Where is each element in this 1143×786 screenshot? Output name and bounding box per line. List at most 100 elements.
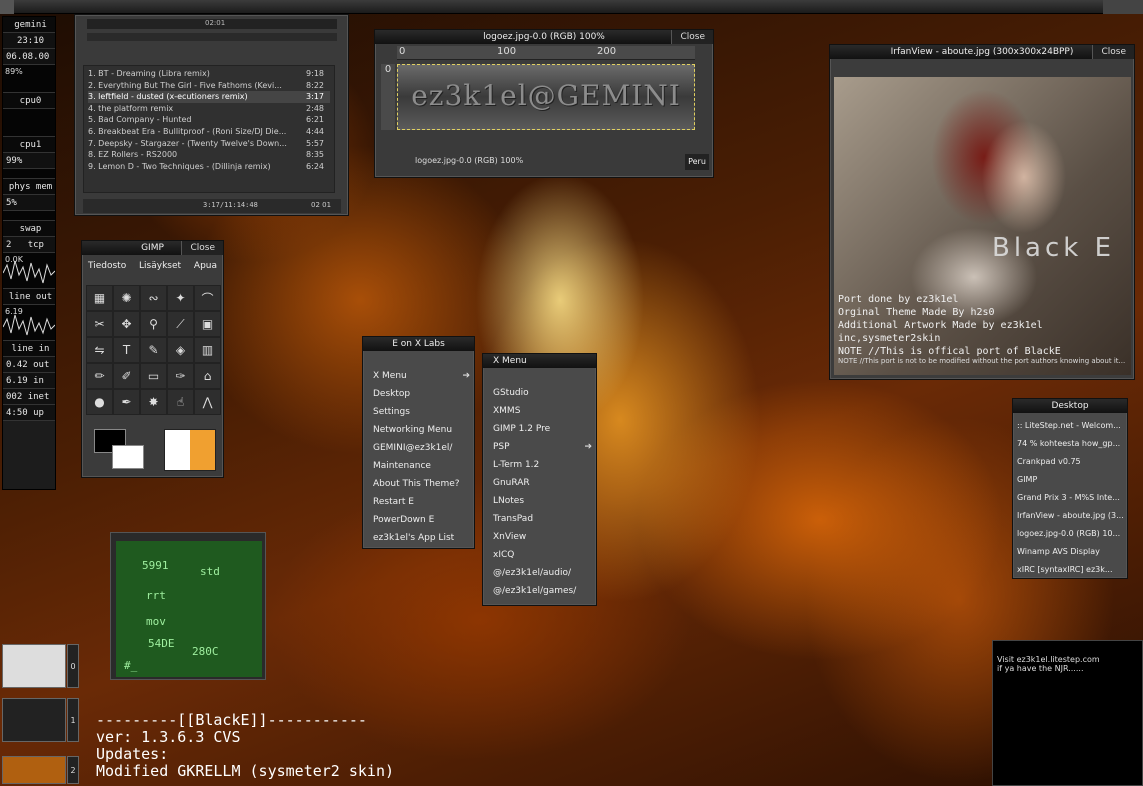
close-button[interactable]: Close (181, 241, 223, 255)
move-icon[interactable]: ✥ (113, 311, 140, 337)
menu-help[interactable]: Apua (194, 255, 217, 277)
menu-item-x-menu[interactable]: X Menu ➔ (363, 367, 474, 385)
color-swatches[interactable] (88, 427, 148, 473)
image-canvas[interactable]: ez3k1el@GEMINI (397, 64, 695, 130)
task-item[interactable]: Winamp AVS Display (1013, 543, 1127, 561)
menu-item[interactable]: PowerDown E (363, 511, 474, 529)
toolbox-titlebar[interactable]: GIMP Close (82, 241, 223, 255)
lasso-icon[interactable]: ∾ (140, 285, 167, 311)
measure-icon[interactable]: ⋀ (194, 389, 221, 415)
panel-left-button[interactable] (0, 0, 14, 14)
close-button[interactable]: Close (671, 30, 713, 44)
xmms-window[interactable]: 02:01 1. BT - Dreaming (Libra remix) 9:18… (74, 14, 349, 216)
menu-item[interactable]: LNotes (483, 492, 596, 510)
menu-item[interactable]: xICQ (483, 546, 596, 564)
menu-item[interactable]: @/ez3k1el/audio/ (483, 564, 596, 582)
gradient-icon[interactable]: ▥ (194, 337, 221, 363)
playlist-item[interactable]: 2. Everything But The Girl - Five Fathom… (88, 80, 330, 92)
xmms-playlist[interactable]: 1. BT - Dreaming (Libra remix) 9:18 2. Ev… (83, 65, 335, 193)
menu-item[interactable]: XnView (483, 528, 596, 546)
terminal-dockapp[interactable]: 5991 std rrt mov 54DE 280C #_ (110, 532, 266, 680)
phys-mem-value: 5% (3, 195, 55, 211)
playlist-item[interactable]: 5. Bad Company - Hunted 6:21 (88, 114, 330, 126)
playlist-item[interactable]: 4. the platform remix 2:48 (88, 103, 330, 115)
background-color[interactable] (112, 445, 144, 469)
task-item[interactable]: xIRC [syntaxIRC] ez3k... (1013, 561, 1127, 579)
irc-window[interactable]: Visit ez3k1el.litestep.com if ya have th… (992, 640, 1143, 786)
task-item[interactable]: 74 % kohteesta how_gp... (1013, 435, 1127, 453)
panel-right-button[interactable] (1103, 0, 1143, 14)
flip-icon[interactable]: ⇋ (86, 337, 113, 363)
menu-item[interactable]: GnuRAR (483, 474, 596, 492)
menu-item[interactable]: Settings (363, 403, 474, 421)
gimp-toolbox[interactable]: GIMP Close Tiedosto Lisäykset Apua ▦ ✺ ∾ … (81, 240, 224, 478)
smudge-icon[interactable]: ☝ (167, 389, 194, 415)
magnify-icon[interactable]: ⚲ (140, 311, 167, 337)
pager-desktop-1[interactable] (2, 698, 66, 742)
menu-file[interactable]: Tiedosto (88, 255, 126, 277)
desktop-task-list[interactable]: Desktop :: LiteStep.net - Welcom... 74 %… (1012, 398, 1128, 579)
eraser-icon[interactable]: ▭ (140, 363, 167, 389)
magic-wand-icon[interactable]: ✦ (167, 285, 194, 311)
menu-item[interactable]: XMMS (483, 402, 596, 420)
task-item[interactable]: Crankpad v0.75 (1013, 453, 1127, 471)
menu-item[interactable]: L-Term 1.2 (483, 456, 596, 474)
task-item[interactable]: :: LiteStep.net - Welcom... (1013, 417, 1127, 435)
e-root-menu[interactable]: E on X Labs X Menu ➔ Desktop Settings Net… (362, 336, 475, 549)
playlist-item[interactable]: 1. BT - Dreaming (Libra remix) 9:18 (88, 68, 330, 80)
irfanview-window[interactable]: IrfanView - aboute.jpg (300x300x24BPP) Cl… (829, 44, 1135, 380)
x-menu[interactable]: X Menu GStudio XMMS GIMP 1.2 Pre PSP ➔ L-… (482, 353, 597, 606)
task-item[interactable]: logoez.jpg-0.0 (RGB) 10... (1013, 525, 1127, 543)
text-icon[interactable]: T (113, 337, 140, 363)
playlist-item-selected[interactable]: 3. leftfield - dusted (x-ecutioners remi… (88, 91, 330, 103)
menu-item[interactable]: @/ez3k1el/games/ (483, 582, 596, 600)
gimp-image-titlebar[interactable]: logoez.jpg-0.0 (RGB) 100% Close (375, 30, 713, 44)
playlist-item[interactable]: 8. EZ Rollers - RS2000 8:35 (88, 149, 330, 161)
airbrush-icon[interactable]: ✑ (167, 363, 194, 389)
task-item[interactable]: Grand Prix 3 - M%S Inte... (1013, 489, 1127, 507)
brush-pattern-preview[interactable] (164, 429, 216, 471)
close-button[interactable]: Close (1092, 45, 1134, 59)
blur-icon[interactable]: ✒ (113, 389, 140, 415)
ellipse-select-icon[interactable]: ✺ (113, 285, 140, 311)
menu-item-psp[interactable]: PSP ➔ (483, 438, 596, 456)
bezier-select-icon[interactable]: ⌒ (194, 285, 221, 311)
bucket-fill-icon[interactable]: ◈ (167, 337, 194, 363)
task-item[interactable]: IrfanView - aboute.jpg (3... (1013, 507, 1127, 525)
menu-item[interactable]: Desktop (363, 385, 474, 403)
desktop-pager[interactable]: 0 1 2 (0, 642, 80, 786)
menu-item[interactable]: Maintenance (363, 457, 474, 475)
menu-extensions[interactable]: Lisäykset (139, 255, 181, 277)
irfanview-titlebar[interactable]: IrfanView - aboute.jpg (300x300x24BPP) Cl… (830, 45, 1134, 59)
menu-item[interactable]: GIMP 1.2 Pre (483, 420, 596, 438)
menu-item[interactable]: TransPad (483, 510, 596, 528)
menu-item[interactable]: GStudio (483, 384, 596, 402)
paintbrush-icon[interactable]: ✐ (113, 363, 140, 389)
clone-icon[interactable]: ⌂ (194, 363, 221, 389)
playlist-item[interactable]: 7. Deepsky - Stargazer - (Twenty Twelve'… (88, 138, 330, 150)
crop-icon[interactable]: ⟋ (167, 311, 194, 337)
xmms-volume[interactable] (87, 33, 337, 41)
gimp-image-window[interactable]: logoez.jpg-0.0 (RGB) 100% Close 0 100 200 0… (374, 29, 714, 178)
updates-label: Updates: (96, 745, 169, 763)
track-title: 6. Breakbeat Era - Bullitproof - (Roni S… (88, 126, 287, 136)
task-item[interactable]: GIMP (1013, 471, 1127, 489)
scissors-icon[interactable]: ✂ (86, 311, 113, 337)
menu-item[interactable]: Networking Menu (363, 421, 474, 439)
ink-icon[interactable]: ● (86, 389, 113, 415)
inet-label: inet (27, 392, 50, 402)
playlist-item[interactable]: 9. Lemon D - Two Techniques - (Dillinja … (88, 161, 330, 173)
playlist-item[interactable]: 6. Breakbeat Era - Bullitproof - (Roni S… (88, 126, 330, 138)
pager-desktop-0[interactable] (2, 644, 66, 688)
rect-select-icon[interactable]: ▦ (86, 285, 113, 311)
color-picker-icon[interactable]: ✎ (140, 337, 167, 363)
menu-item[interactable]: About This Theme? (363, 475, 474, 493)
pencil-icon[interactable]: ✏ (86, 363, 113, 389)
menu-item[interactable]: Restart E (363, 493, 474, 511)
pager-desktop-2[interactable] (2, 756, 66, 784)
menu-item[interactable]: GEMINI@ez3k1el/ (363, 439, 474, 457)
zoom-button[interactable]: Peru (685, 154, 709, 170)
dodge-icon[interactable]: ✸ (140, 389, 167, 415)
transform-icon[interactable]: ▣ (194, 311, 221, 337)
menu-item[interactable]: ez3k1el's App List (363, 529, 474, 547)
